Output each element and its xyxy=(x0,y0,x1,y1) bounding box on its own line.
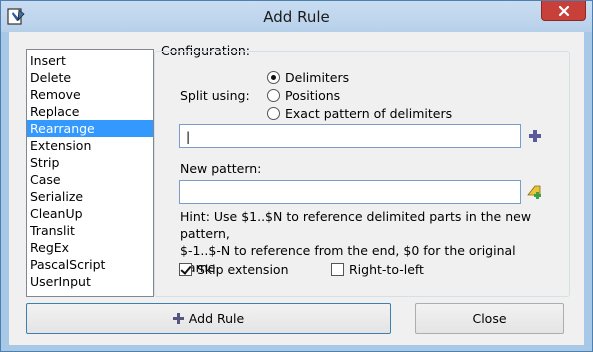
radio-positions-label: Positions xyxy=(285,87,341,103)
right-to-left-checkbox[interactable] xyxy=(331,262,344,276)
title-bar[interactable]: Add Rule xyxy=(1,1,592,32)
plus-icon xyxy=(172,313,184,324)
radio-button[interactable] xyxy=(267,88,280,102)
rule-item-cleanup[interactable]: CleanUp xyxy=(27,205,153,222)
radio-exact-pattern-label: Exact pattern of delimiters xyxy=(285,105,453,121)
close-button-label: Close xyxy=(472,311,507,326)
radio-button[interactable] xyxy=(267,106,280,120)
right-to-left-label: Right-to-left xyxy=(349,261,424,277)
skip-extension-checkbox[interactable] xyxy=(179,262,192,276)
add-rule-button[interactable]: Add Rule xyxy=(26,303,391,334)
radio-button[interactable] xyxy=(267,70,280,84)
hint-line-1: Hint: Use $1..$N to reference delimited … xyxy=(180,209,532,241)
dialog-body: Insert Delete Remove Replace Rearrange Extens… xyxy=(9,32,584,345)
rule-item-pascalscript[interactable]: PascalScript xyxy=(27,256,153,273)
rule-item-userinput[interactable]: UserInput xyxy=(27,273,153,290)
radio-delimiters-label: Delimiters xyxy=(285,69,350,85)
rule-item-serialize[interactable]: Serialize xyxy=(27,188,153,205)
rule-item-delete[interactable]: Delete xyxy=(27,69,153,86)
skip-extension-label: Skip extension xyxy=(197,261,289,277)
window-title: Add Rule xyxy=(263,8,330,26)
close-icon xyxy=(558,5,569,16)
add-delimiter-icon[interactable] xyxy=(529,130,541,142)
radio-exact-pattern[interactable]: Exact pattern of delimiters xyxy=(267,105,452,121)
split-using-label: Split using: xyxy=(180,88,250,103)
add-rule-dialog: Add Rule Insert Delete Remove Replace Rearra… xyxy=(0,0,593,352)
rule-item-rearrange[interactable]: Rearrange xyxy=(27,120,153,137)
rule-item-remove[interactable]: Remove xyxy=(27,86,153,103)
add-rule-button-label: Add Rule xyxy=(188,311,245,326)
rule-item-case[interactable]: Case xyxy=(27,171,153,188)
window-close-button[interactable] xyxy=(541,1,586,21)
rule-item-replace[interactable]: Replace xyxy=(27,103,153,120)
insert-pattern-icon[interactable] xyxy=(526,183,544,200)
rule-item-translit[interactable]: Translit xyxy=(27,222,153,239)
rule-item-extension[interactable]: Extension xyxy=(27,137,153,154)
rule-item-insert[interactable]: Insert xyxy=(27,52,153,69)
skip-extension-option[interactable]: Skip extension xyxy=(179,261,289,277)
right-to-left-option[interactable]: Right-to-left xyxy=(331,261,424,277)
rule-item-regex[interactable]: RegEx xyxy=(27,239,153,256)
close-button[interactable]: Close xyxy=(415,303,564,334)
radio-positions[interactable]: Positions xyxy=(267,87,340,103)
rule-type-list[interactable]: Insert Delete Remove Replace Rearrange Extens… xyxy=(26,49,154,297)
delimiter-input[interactable] xyxy=(179,124,521,148)
new-pattern-label: New pattern: xyxy=(180,161,262,176)
rule-item-strip[interactable]: Strip xyxy=(27,154,153,171)
new-pattern-input[interactable] xyxy=(179,180,521,204)
radio-delimiters[interactable]: Delimiters xyxy=(267,69,349,85)
